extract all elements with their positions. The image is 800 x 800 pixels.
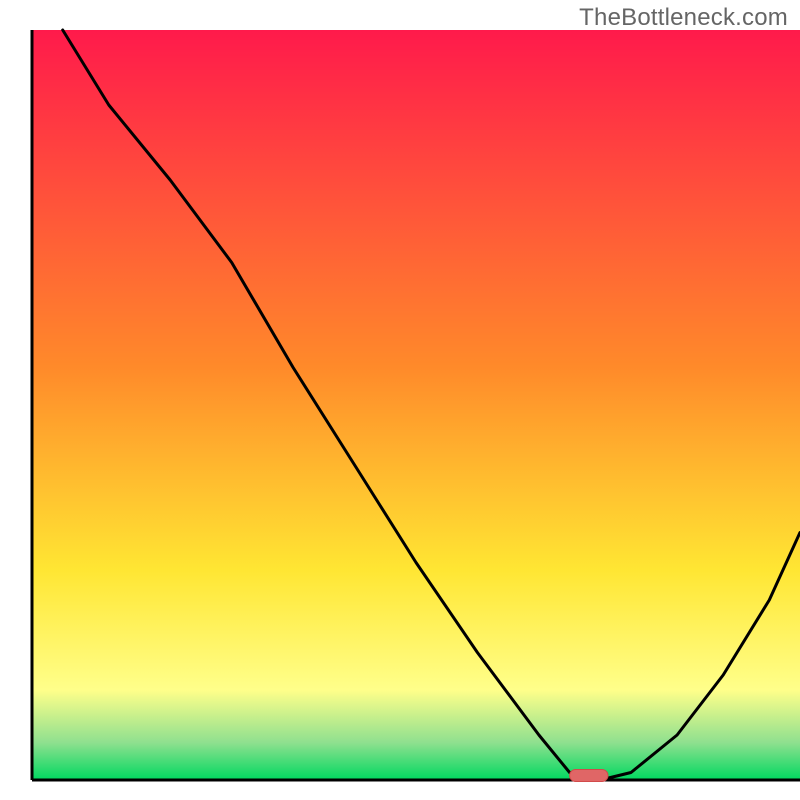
bottleneck-chart	[0, 0, 800, 800]
chart-container: TheBottleneck.com	[0, 0, 800, 800]
plot-background	[32, 30, 800, 780]
minimum-marker	[570, 770, 608, 782]
